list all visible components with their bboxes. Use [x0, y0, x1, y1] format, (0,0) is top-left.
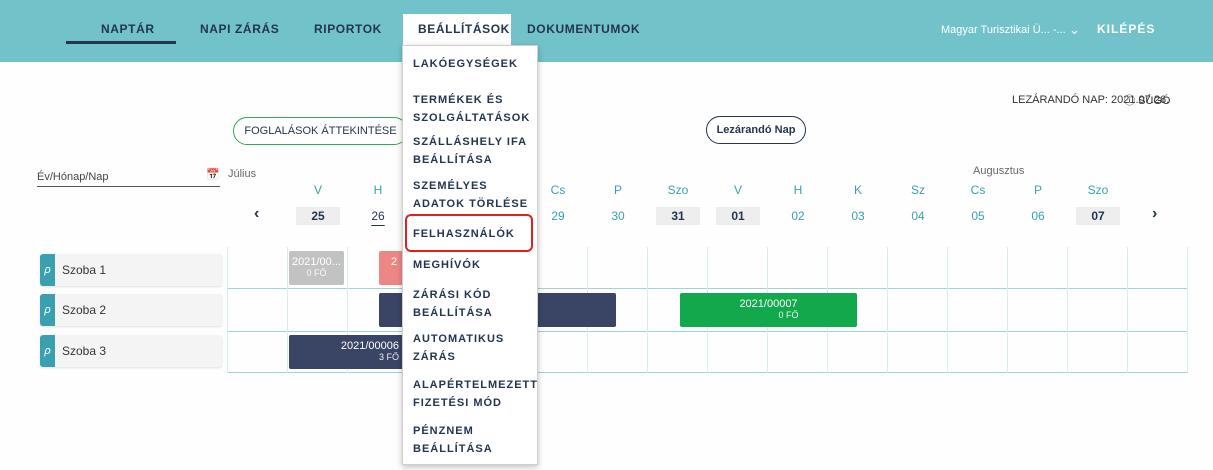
grid-line	[647, 247, 648, 373]
next-week-arrow-icon[interactable]: ›	[1152, 205, 1157, 223]
date-input[interactable]: Év/Hónap/Nap	[37, 171, 109, 183]
grid-line	[887, 247, 888, 373]
closing-day-button[interactable]: Lezárandó Nap	[706, 116, 806, 144]
grid-line	[1067, 247, 1068, 373]
day-number[interactable]: 29	[536, 207, 580, 225]
day-name: Cs	[550, 183, 566, 197]
room-row-2[interactable]: ρ Szoba 2	[40, 294, 222, 326]
day-name: P	[1033, 183, 1042, 197]
day-number[interactable]: 07	[1076, 207, 1120, 225]
day-number[interactable]: 06	[1016, 207, 1060, 225]
day-name: Szo	[667, 183, 689, 197]
day-name: Sz	[910, 183, 925, 197]
menu-item-szemelyes-adatok[interactable]: SZEMÉLYES ADATOK TÖRLÉSE	[413, 177, 538, 213]
grid-line	[287, 247, 288, 373]
booking-guests: 3 FŐ	[378, 352, 399, 362]
day-number[interactable]: 25	[296, 207, 340, 225]
key-icon: ρ	[40, 294, 55, 326]
day-number[interactable]: 02	[776, 207, 820, 225]
day-name: H	[793, 183, 803, 197]
key-icon: ρ	[40, 335, 55, 367]
day-name: V	[733, 183, 742, 197]
menu-item-termekek[interactable]: TERMÉKEK ÉS SZOLGÁLTATÁSOK	[413, 91, 538, 127]
settings-dropdown-menu: LAKÓEGYSÉGEK TERMÉKEK ÉS SZOLGÁLTATÁSOK …	[402, 45, 538, 465]
nav-item-riportok[interactable]: RIPORTOK	[314, 22, 382, 36]
day-name: Szo	[1087, 183, 1109, 197]
room-row-3[interactable]: ρ Szoba 3	[40, 335, 222, 367]
day-number[interactable]: 05	[956, 207, 1000, 225]
key-icon: ρ	[40, 254, 55, 286]
felhasznalok-highlight-box	[405, 214, 533, 252]
menu-item-automatikus-zaras[interactable]: AUTOMATIKUS ZÁRÁS	[413, 330, 538, 366]
logout-button[interactable]: KILÉPÉS	[1097, 22, 1155, 36]
day-number[interactable]: 26	[356, 207, 400, 225]
room-name: Szoba 1	[62, 263, 107, 277]
user-account-menu[interactable]: Magyar Turisztikai Ü... -...	[941, 24, 1066, 36]
bookings-overview-button[interactable]: FOGLALÁSOK ÁTTEKINTÉSE	[233, 117, 408, 145]
month-label-august: Augusztus	[973, 165, 1025, 177]
grid-line	[947, 247, 948, 373]
day-number[interactable]: 03	[836, 207, 880, 225]
room-name: Szoba 3	[62, 344, 107, 358]
day-number[interactable]: 31	[656, 207, 700, 225]
help-link[interactable]: ⓘ SÚGÓ	[1124, 92, 1170, 108]
info-icon: ⓘ	[1124, 95, 1135, 107]
day-number[interactable]: 04	[896, 207, 940, 225]
booking-block[interactable]: 2021/00... 0 FŐ	[289, 251, 344, 285]
date-input-underline	[37, 186, 220, 187]
nav-active-underline	[66, 41, 176, 44]
booking-id: 2021/00007	[739, 298, 798, 310]
menu-item-ifa[interactable]: SZÁLLÁSHELY IFA BEÁLLÍTÁSA	[413, 133, 538, 169]
day-name: Cs	[970, 183, 986, 197]
menu-item-penznem[interactable]: PÉNZNEM BEÁLLÍTÁSA	[413, 422, 538, 458]
help-label: SÚGÓ	[1138, 95, 1171, 107]
day-number[interactable]: 30	[596, 207, 640, 225]
day-name: H	[373, 183, 383, 197]
menu-item-meghivok[interactable]: MEGHÍVÓK	[413, 256, 538, 274]
day-number[interactable]: 01	[716, 207, 760, 225]
booking-id: 2021/00006	[340, 340, 399, 352]
top-navigation-bar: NAPTÁR NAPI ZÁRÁS RIPORTOK BEÁLLÍTÁSOK D…	[0, 0, 1213, 62]
nav-item-naptar[interactable]: NAPTÁR	[101, 22, 155, 36]
month-label-july: Július	[228, 168, 257, 180]
booking-block[interactable]: 2021/00006 3 FŐ	[289, 335, 413, 369]
nav-item-dokumentumok[interactable]: DOKUMENTUMOK	[527, 22, 640, 36]
menu-item-lakoegysegek[interactable]: LAKÓEGYSÉGEK	[413, 55, 538, 73]
room-row-1[interactable]: ρ Szoba 1	[40, 254, 222, 286]
menu-item-fizetesi-mod[interactable]: ALAPÉRTELMEZETT FIZETÉSI MÓD	[413, 376, 538, 412]
grid-line	[1007, 247, 1008, 373]
day-name: P	[613, 183, 622, 197]
booking-block[interactable]: 2021/00007 0 FŐ	[680, 293, 857, 327]
day-name: K	[853, 183, 862, 197]
grid-line	[1127, 247, 1128, 373]
chevron-down-icon[interactable]: ⌄	[1069, 22, 1080, 38]
calendar-icon[interactable]: 📅	[206, 168, 220, 181]
grid-line	[227, 247, 228, 373]
room-name: Szoba 2	[62, 303, 107, 317]
grid-line	[1187, 247, 1188, 373]
day-name: V	[313, 183, 322, 197]
prev-week-arrow-icon[interactable]: ‹	[254, 205, 259, 223]
booking-id: 2021/00...	[292, 256, 341, 268]
booking-guests: 0 FŐ	[778, 310, 799, 320]
nav-item-beallitasok[interactable]: BEÁLLÍTÁSOK	[418, 22, 510, 36]
booking-guests: 0 FŐ	[306, 268, 327, 278]
nav-item-napi-zaras[interactable]: NAPI ZÁRÁS	[200, 22, 279, 36]
menu-item-zarasi-kod[interactable]: ZÁRÁSI KÓD BEÁLLÍTÁSA	[413, 286, 538, 322]
